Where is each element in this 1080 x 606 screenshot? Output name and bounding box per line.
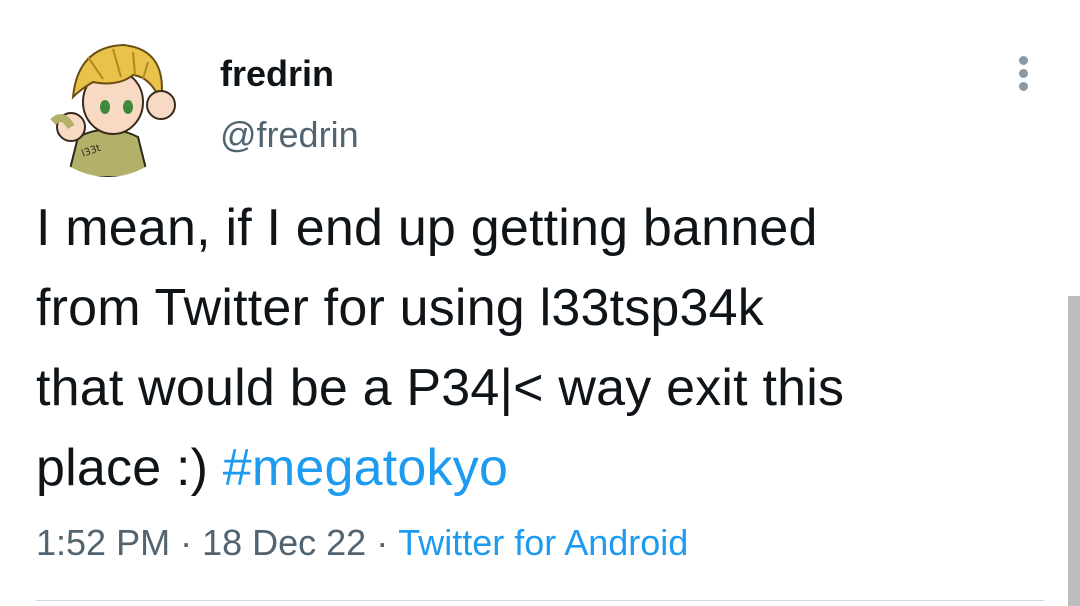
tweet-text-line-last: place :) #megatokyo [36, 428, 1026, 508]
tweet-time[interactable]: 1:52 PM [36, 522, 170, 563]
hashtag-link[interactable]: #megatokyo [223, 439, 508, 497]
tweet-date[interactable]: 18 Dec 22 [202, 522, 366, 563]
tweet-text-line: that would be a P34|< way exit this [36, 359, 845, 417]
avatar-image: l33t [33, 27, 183, 177]
author-handle[interactable]: @fredrin [220, 113, 359, 157]
more-vertical-icon-dot [1019, 69, 1028, 78]
author-display-name[interactable]: fredrin [220, 52, 334, 96]
more-vertical-icon [1019, 56, 1028, 65]
tweet-text-line: from Twitter for using l33tsp34k [36, 279, 764, 337]
more-options-button[interactable] [1004, 50, 1044, 94]
more-vertical-icon-dot [1019, 82, 1028, 91]
divider [36, 600, 1044, 601]
avatar[interactable]: l33t [33, 27, 183, 177]
meta-separator: · [376, 522, 389, 563]
tweet-text-line: I mean, if I end up getting banned [36, 199, 818, 257]
scrollbar[interactable] [1068, 296, 1080, 606]
tweet-text: I mean, if I end up getting banned from … [36, 188, 1026, 508]
meta-separator: · [180, 522, 193, 563]
tweet-text-tail: place :) [36, 439, 209, 497]
tweet-metadata: 1:52 PM · 18 Dec 22 · Twitter for Android [36, 520, 688, 566]
tweet: l33t fredrin @fredrin I mean, if I end u… [0, 0, 1080, 606]
tweet-source-link[interactable]: Twitter for Android [398, 522, 688, 563]
